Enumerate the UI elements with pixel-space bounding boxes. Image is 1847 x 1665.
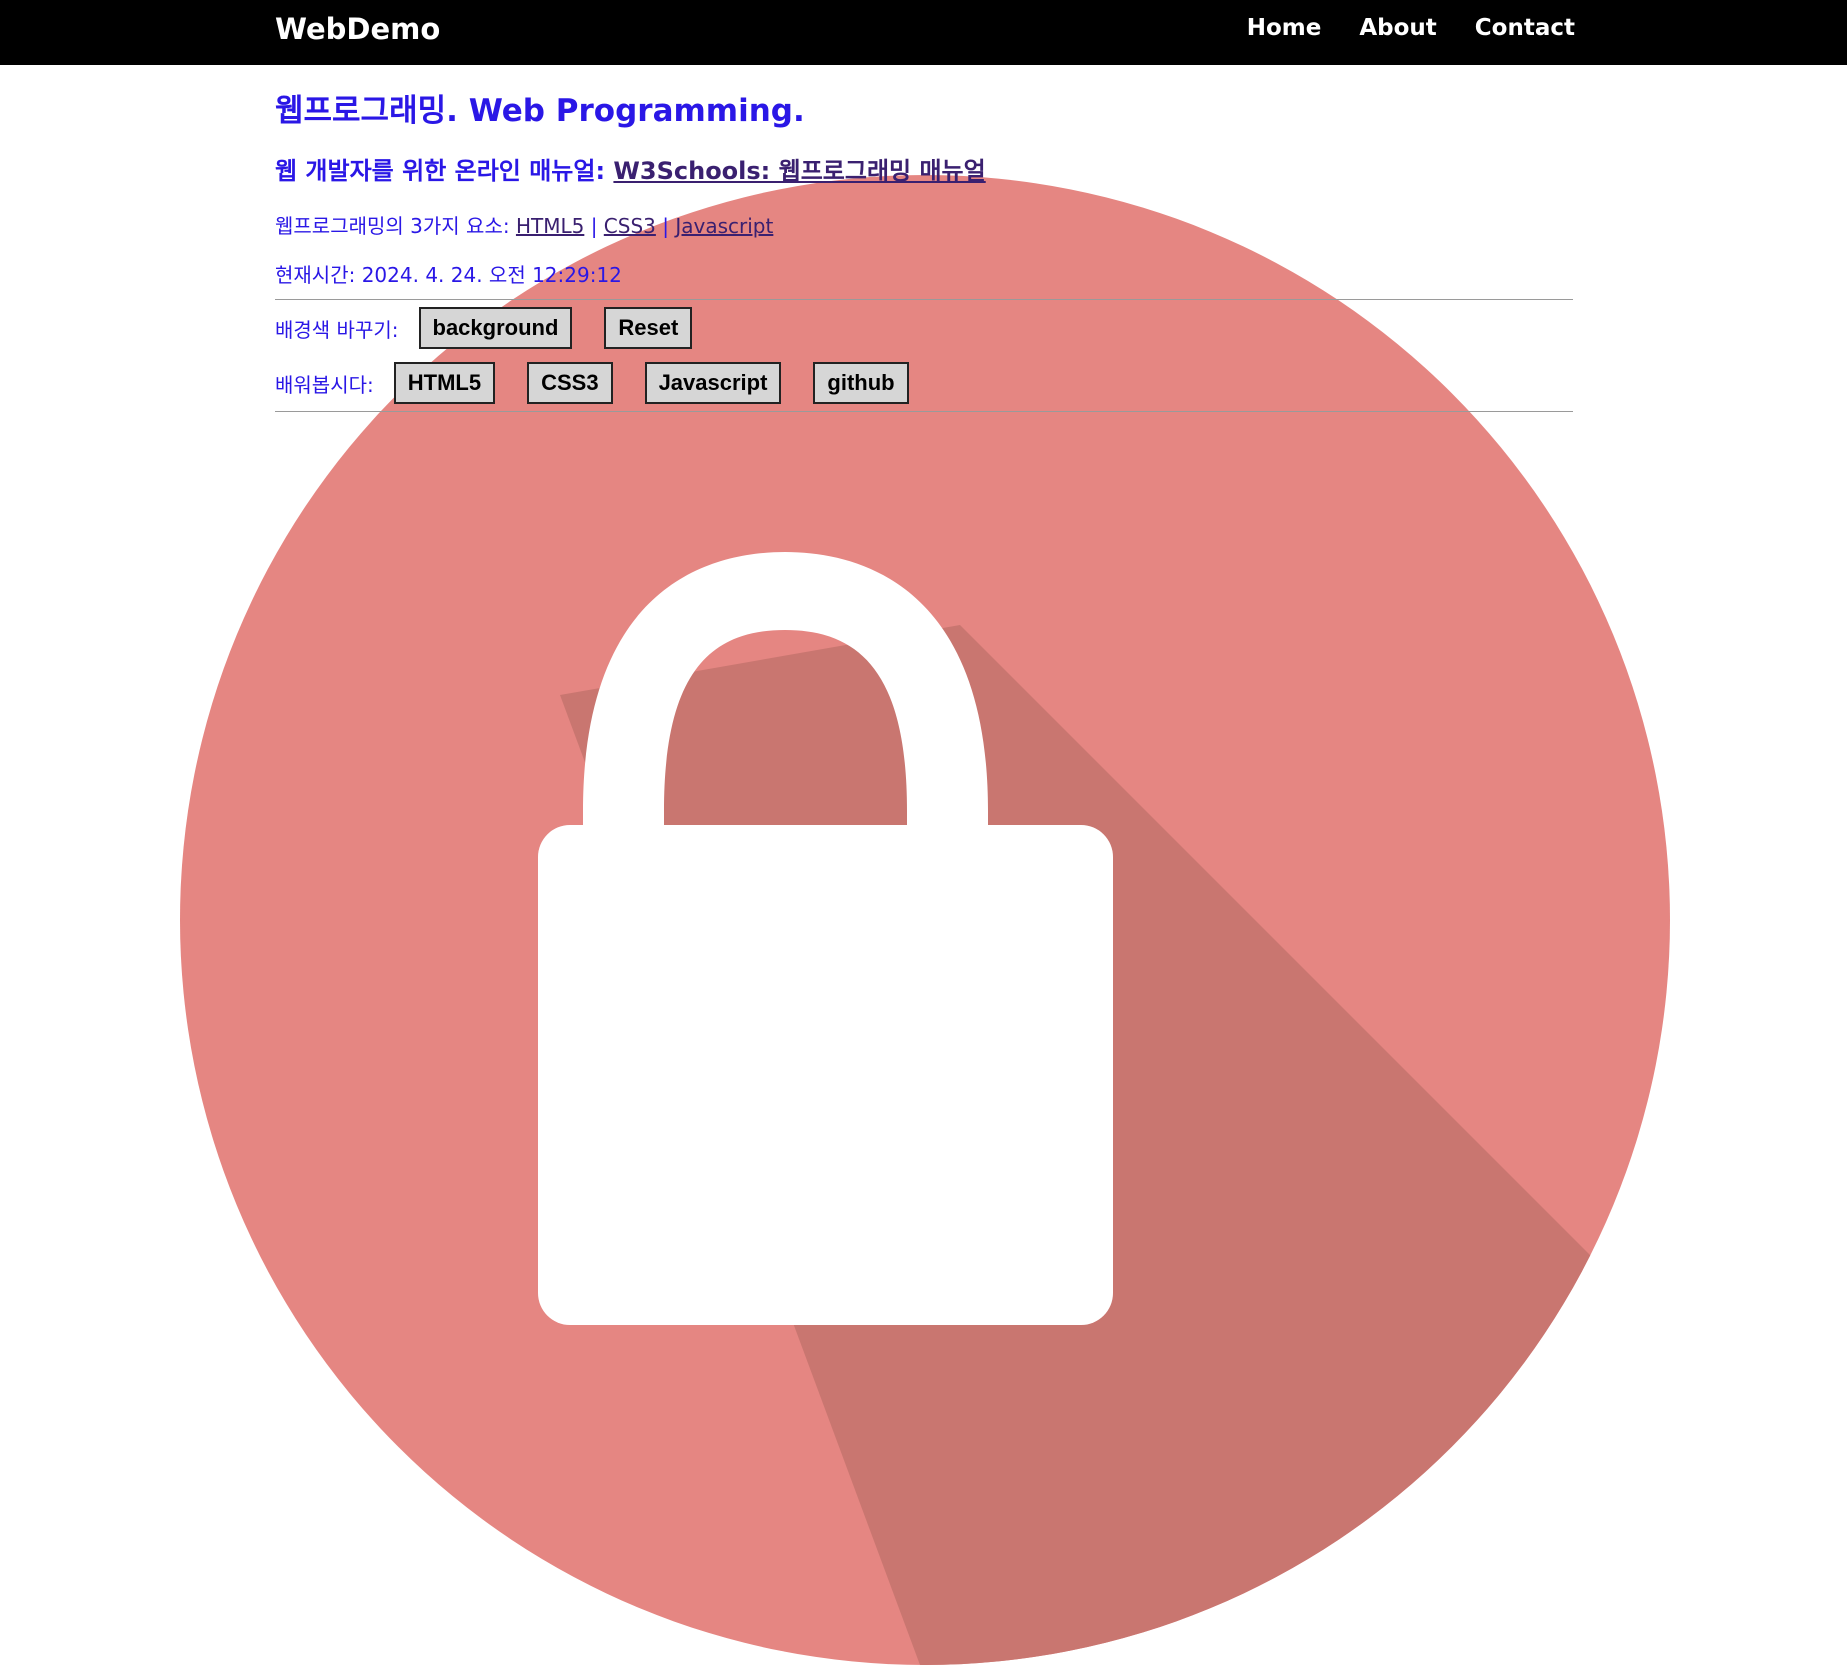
elements-line: 웹프로그래밍의 3가지 요소: HTML5 | CSS3 | Javascrip… bbox=[275, 210, 773, 239]
html5-button[interactable]: HTML5 bbox=[393, 362, 496, 404]
html5-link[interactable]: HTML5 bbox=[516, 214, 584, 238]
css3-link[interactable]: CSS3 bbox=[604, 214, 656, 238]
separator: | bbox=[662, 214, 669, 238]
nav-menu: Home About Contact bbox=[1247, 15, 1575, 41]
top-navbar: WebDemo Home About Contact bbox=[0, 0, 1847, 65]
background-controls: 배경색 바꾸기: background Reset bbox=[275, 307, 693, 349]
manual-label: 웹 개발자를 위한 온라인 매뉴얼: bbox=[275, 157, 614, 185]
nav-home-link[interactable]: Home bbox=[1247, 15, 1322, 41]
background-label: 배경색 바꾸기: bbox=[275, 317, 399, 342]
manual-line: 웹 개발자를 위한 온라인 매뉴얼: W3Schools: 웹프로그래밍 매뉴얼 bbox=[275, 151, 986, 186]
nav-contact-link[interactable]: Contact bbox=[1475, 15, 1575, 41]
learn-controls: 배워봅시다: HTML5 CSS3 Javascript github bbox=[275, 362, 909, 404]
css3-button[interactable]: CSS3 bbox=[527, 362, 613, 404]
elements-label: 웹프로그래밍의 3가지 요소: bbox=[275, 214, 516, 238]
current-time: 2024. 4. 24. 오전 12:29:12 bbox=[361, 263, 622, 287]
w3schools-link[interactable]: W3Schools: 웹프로그래밍 매뉴얼 bbox=[613, 157, 985, 185]
brand-logo[interactable]: WebDemo bbox=[275, 12, 440, 46]
page-title: 웹프로그래밍. Web Programming. bbox=[275, 93, 805, 129]
github-button[interactable]: github bbox=[813, 362, 909, 404]
divider-bottom bbox=[275, 411, 1573, 412]
javascript-link[interactable]: Javascript bbox=[675, 214, 773, 238]
nav-about-link[interactable]: About bbox=[1359, 15, 1436, 41]
time-label: 현재시간: bbox=[275, 263, 362, 287]
javascript-button[interactable]: Javascript bbox=[644, 362, 782, 404]
reset-button[interactable]: Reset bbox=[604, 307, 693, 349]
separator: | bbox=[590, 214, 598, 238]
time-line: 현재시간: 2024. 4. 24. 오전 12:29:12 bbox=[275, 259, 622, 288]
background-button[interactable]: background bbox=[418, 307, 573, 349]
learn-label: 배워봅시다: bbox=[275, 372, 374, 397]
divider-top bbox=[275, 299, 1573, 300]
